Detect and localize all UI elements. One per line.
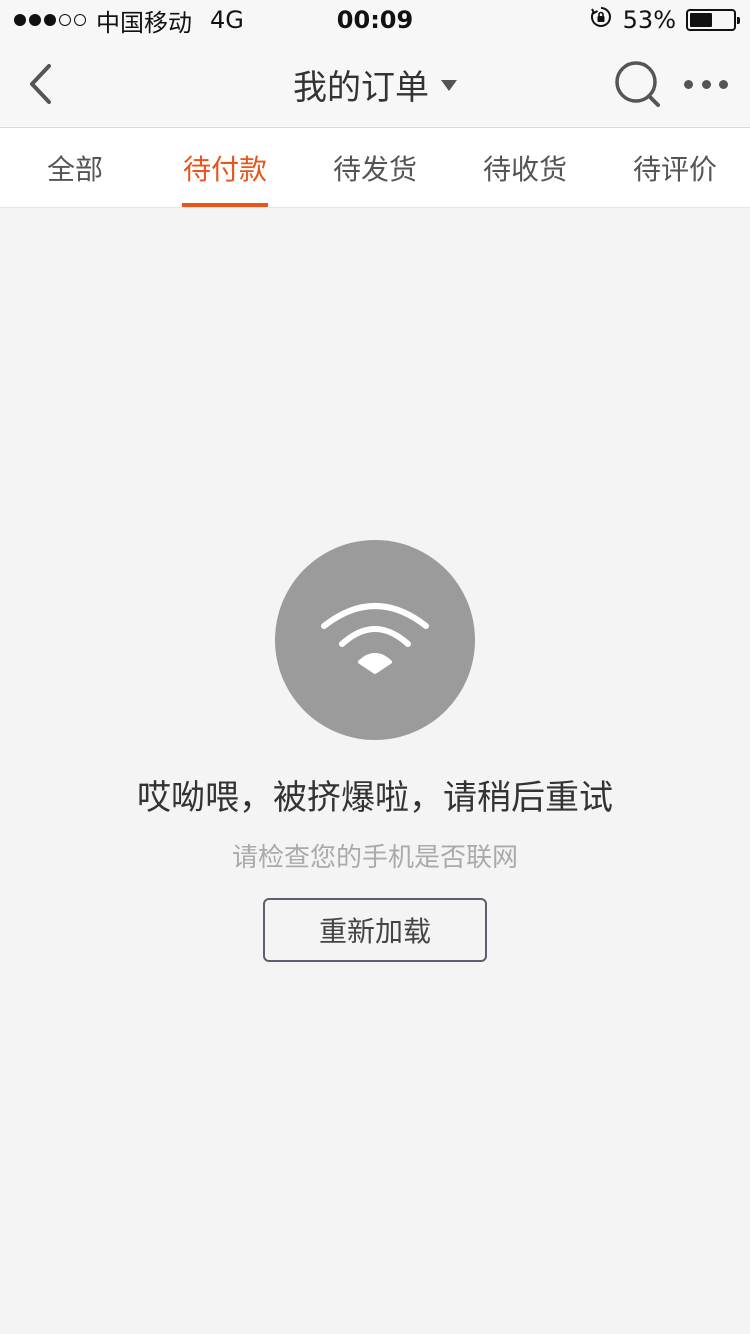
wifi-icon-circle xyxy=(275,540,475,740)
battery-icon xyxy=(686,9,740,31)
more-dot-icon xyxy=(719,79,728,89)
order-status-tabs: 全部 待付款 待发货 待收货 待评价 xyxy=(0,128,750,208)
back-button[interactable] xyxy=(20,60,60,108)
battery-fill xyxy=(690,13,713,27)
tab-all[interactable]: 全部 xyxy=(0,128,150,207)
status-left: 中国移动 4G xyxy=(14,3,244,38)
status-right: 53% xyxy=(589,5,740,35)
rotation-lock-icon xyxy=(589,5,613,35)
network-type: 4G xyxy=(210,6,244,34)
battery-percent: 53% xyxy=(622,6,676,34)
error-title: 哎呦喂，被挤爆啦，请稍后重试 xyxy=(137,778,613,818)
search-button[interactable] xyxy=(612,58,664,110)
error-subtitle: 请检查您的手机是否联网 xyxy=(231,843,518,873)
wifi-icon xyxy=(321,603,429,674)
navigation-bar: 我的订单 xyxy=(0,40,750,128)
page-title[interactable]: 我的订单 xyxy=(293,60,429,109)
signal-strength-icon xyxy=(14,14,86,26)
more-button[interactable] xyxy=(684,66,728,102)
search-icon xyxy=(615,61,660,107)
tab-pending-review[interactable]: 待评价 xyxy=(600,128,750,207)
more-dot-icon xyxy=(701,79,711,89)
network-error-state: 哎呦喂，被挤爆啦，请稍后重试 请检查您的手机是否联网 重新加载 xyxy=(0,540,750,962)
tab-pending-payment[interactable]: 待付款 xyxy=(150,128,300,207)
carrier-name: 中国移动 xyxy=(96,8,192,37)
chevron-left-icon xyxy=(30,64,51,104)
tab-pending-receipt[interactable]: 待收货 xyxy=(450,128,600,207)
reload-button[interactable]: 重新加载 xyxy=(263,898,487,962)
caret-down-icon[interactable] xyxy=(441,79,457,91)
tab-pending-shipment[interactable]: 待发货 xyxy=(300,128,450,207)
more-dot-icon xyxy=(684,79,693,89)
status-bar: 中国移动 4G 00:09 53% xyxy=(0,0,750,40)
